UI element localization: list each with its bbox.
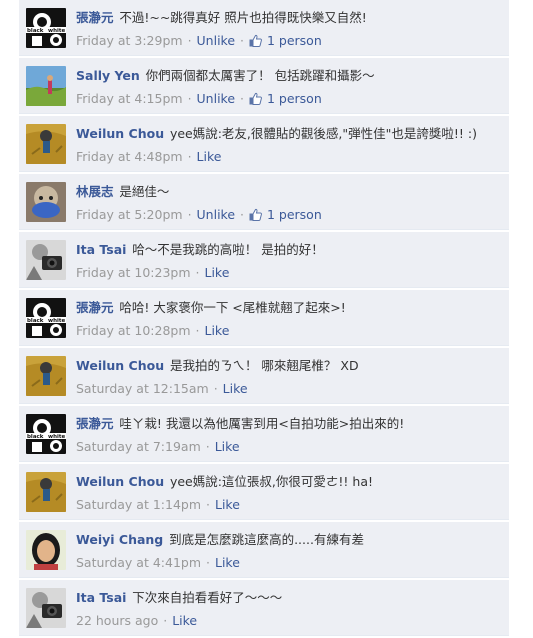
like-button[interactable]: Like (172, 613, 197, 628)
svg-text:white: white (48, 28, 66, 34)
comment-text: yee媽說:這位張叔,你很可愛ㄜ!! ha! (169, 474, 373, 489)
comment-item: Weilun Chou 是我拍的ㄋㄟ！ 哪來翹尾椎？ XD Saturday a… (19, 348, 509, 404)
comment-timestamp[interactable]: Saturday at 4:41pm (76, 555, 201, 570)
thumbs-up-icon (249, 208, 262, 221)
comment-list: black white 張瀞元 不過!~~跳得真好 照片也拍得既快樂又自然! Fr… (19, 0, 509, 638)
svg-text:white: white (48, 318, 66, 324)
blue-avatar[interactable] (26, 182, 66, 222)
commenter-name[interactable]: Sally Yen (76, 68, 140, 83)
svg-text:black: black (27, 434, 44, 440)
field-avatar[interactable] (26, 124, 66, 164)
comment-item: Ita Tsai 哈～不是我跳的高啦！ 是拍的好！ Friday at 10:2… (19, 232, 509, 288)
comment-meta: Friday at 4:15pm · Unlike · 1 person (76, 91, 322, 106)
comment-timestamp[interactable]: Friday at 4:48pm (76, 149, 183, 164)
comment-timestamp[interactable]: Saturday at 1:14pm (76, 497, 201, 512)
comment-meta: Saturday at 12:15am · Like · (76, 381, 248, 396)
comment-item: black white 張瀞元 不過!~~跳得真好 照片也拍得既快樂又自然! Fr… (19, 0, 509, 56)
comment-text: 哈～不是我跳的高啦！ 是拍的好！ (132, 242, 324, 257)
commenter-name[interactable]: 張瀞元 (76, 300, 114, 315)
comment-text: 下次來自拍看看好了～～～ (132, 590, 283, 605)
comment-item: Weilun Chou yee媽說:老友,很體貼的觀後感,"弾性佳"也是誇獎啦!… (19, 116, 509, 172)
commenter-name[interactable]: Weiyi Chang (76, 532, 163, 547)
comment-meta: Friday at 5:20pm · Unlike · 1 person (76, 207, 322, 222)
comment-timestamp[interactable]: Saturday at 7:19am (76, 439, 201, 454)
comment-item: Sally Yen 你們兩個都太厲害了！ 包括跳躍和攝影～ Friday at … (19, 58, 509, 114)
comment-meta: Friday at 10:23pm · Like · (76, 265, 230, 280)
comment-timestamp[interactable]: Friday at 5:20pm (76, 207, 183, 222)
like-count[interactable]: 1 person (267, 33, 322, 48)
like-button[interactable]: Unlike (197, 91, 236, 106)
like-button[interactable]: Like (215, 439, 240, 454)
like-count[interactable]: 1 person (267, 207, 322, 222)
commenter-name[interactable]: Weilun Chou (76, 474, 164, 489)
comment-meta: Saturday at 7:19am · Like · (76, 439, 240, 454)
comment-text: 不過!~~跳得真好 照片也拍得既快樂又自然! (119, 10, 367, 25)
thumbs-up-icon (249, 92, 262, 105)
like-button[interactable]: Like (215, 497, 240, 512)
comment-text: 哇ㄚ栽! 我還以為他厲害到用<自拍功能>拍出來的! (119, 416, 405, 431)
like-button[interactable]: Like (204, 265, 229, 280)
like-button[interactable]: Like (215, 555, 240, 570)
blackwhite-avatar[interactable]: black white (26, 298, 66, 338)
svg-text:black: black (27, 318, 44, 324)
camera-avatar[interactable] (26, 240, 66, 280)
commenter-name[interactable]: 張瀞元 (76, 416, 114, 431)
svg-text:white: white (48, 434, 66, 440)
landscape-avatar[interactable] (26, 66, 66, 106)
field-avatar[interactable] (26, 356, 66, 396)
svg-text:black: black (27, 28, 44, 34)
comment-timestamp[interactable]: Friday at 10:28pm (76, 323, 191, 338)
field-avatar[interactable] (26, 472, 66, 512)
commenter-name[interactable]: Weilun Chou (76, 126, 164, 141)
comment-timestamp[interactable]: Friday at 3:29pm (76, 33, 183, 48)
comment-meta: Friday at 4:48pm · Like · (76, 149, 222, 164)
comment-item: Weilun Chou yee媽說:這位張叔,你很可愛ㄜ!! ha! Satur… (19, 464, 509, 520)
commenter-name[interactable]: 林展志 (76, 184, 114, 199)
like-button[interactable]: Like (223, 381, 248, 396)
blackwhite-avatar[interactable]: black white (26, 414, 66, 454)
like-button[interactable]: Unlike (197, 33, 236, 48)
comment-meta: Friday at 3:29pm · Unlike · 1 person (76, 33, 322, 48)
comment-text: 是我拍的ㄋㄟ！ 哪來翹尾椎？ XD (169, 358, 359, 373)
blackwhite-avatar[interactable]: black white (26, 8, 66, 48)
commenter-name[interactable]: Weilun Chou (76, 358, 164, 373)
comment-item: black white 張瀞元 哈哈! 大家褒你一下 <尾椎就翹了起來>! Fri… (19, 290, 509, 346)
commenter-name[interactable]: Ita Tsai (76, 242, 126, 257)
comment-item: Ita Tsai 下次來自拍看看好了～～～ 22 hours ago · Lik… (19, 580, 509, 636)
comment-text: 哈哈! 大家褒你一下 <尾椎就翹了起來>! (119, 300, 346, 315)
like-count[interactable]: 1 person (267, 91, 322, 106)
comment-timestamp[interactable]: 22 hours ago (76, 613, 158, 628)
comment-item: black white 張瀞元 哇ㄚ栽! 我還以為他厲害到用<自拍功能>拍出來的!… (19, 406, 509, 462)
like-button[interactable]: Unlike (197, 207, 236, 222)
commenter-name[interactable]: Ita Tsai (76, 590, 126, 605)
like-button[interactable]: Like (197, 149, 222, 164)
comment-text: 到底是怎麼跳這麼高的.....有練有差 (169, 532, 364, 547)
thumbs-up-icon (249, 34, 262, 47)
comment-text: yee媽說:老友,很體貼的觀後感,"弾性佳"也是誇獎啦!! :) (169, 126, 477, 141)
comment-text: 你們兩個都太厲害了！ 包括跳躍和攝影～ (145, 68, 375, 83)
comment-meta: Saturday at 1:14pm · Like · (76, 497, 240, 512)
comment-item: Weiyi Chang 到底是怎麼跳這麼高的.....有練有差 Saturday… (19, 522, 509, 578)
person-avatar[interactable] (26, 530, 66, 570)
comment-meta: 22 hours ago · Like · (76, 613, 198, 628)
camera-avatar[interactable] (26, 588, 66, 628)
comment-timestamp[interactable]: Friday at 10:23pm (76, 265, 191, 280)
comment-meta: Friday at 10:28pm · Like · (76, 323, 230, 338)
comment-item: 林展志 是絕佳～ Friday at 5:20pm · Unlike · 1 p… (19, 174, 509, 230)
comment-text: 是絕佳～ (119, 184, 170, 199)
comment-timestamp[interactable]: Friday at 4:15pm (76, 91, 183, 106)
comment-meta: Saturday at 4:41pm · Like · (76, 555, 240, 570)
commenter-name[interactable]: 張瀞元 (76, 10, 114, 25)
comment-timestamp[interactable]: Saturday at 12:15am (76, 381, 209, 396)
like-button[interactable]: Like (204, 323, 229, 338)
